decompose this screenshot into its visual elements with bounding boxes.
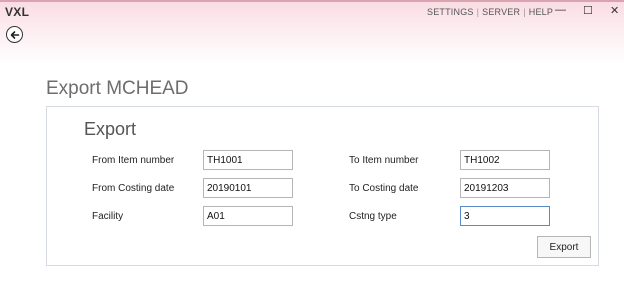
to-item-input[interactable] bbox=[460, 150, 550, 170]
page-title: Export MCHEAD bbox=[46, 78, 189, 99]
cstng-type-label: Cstng type bbox=[349, 211, 397, 222]
from-date-input[interactable] bbox=[203, 178, 293, 198]
settings-link[interactable]: SETTINGS bbox=[427, 7, 474, 17]
export-button[interactable]: Export bbox=[537, 236, 591, 258]
help-link[interactable]: HELP bbox=[529, 7, 553, 17]
back-button[interactable] bbox=[6, 26, 23, 43]
nav-separator: | bbox=[523, 7, 526, 17]
back-arrow-icon bbox=[10, 30, 19, 39]
title-bar: VXL SETTINGS | SERVER | HELP — ☐ ✕ bbox=[0, 0, 624, 64]
to-item-label: To Item number bbox=[349, 155, 419, 166]
minimize-button[interactable]: — bbox=[555, 4, 566, 16]
facility-input[interactable] bbox=[203, 206, 293, 226]
to-date-label: To Costing date bbox=[349, 183, 419, 194]
to-date-input[interactable] bbox=[460, 178, 550, 198]
from-item-label: From Item number bbox=[92, 155, 175, 166]
from-date-label: From Costing date bbox=[92, 183, 175, 194]
nav-separator: | bbox=[476, 7, 480, 17]
top-nav: SETTINGS | SERVER | HELP bbox=[427, 7, 553, 17]
maximize-button[interactable]: ☐ bbox=[583, 4, 593, 17]
app-title: VXL bbox=[5, 5, 30, 19]
from-item-input[interactable] bbox=[203, 150, 293, 170]
facility-label: Facility bbox=[92, 211, 124, 222]
close-button[interactable]: ✕ bbox=[610, 4, 619, 17]
server-link[interactable]: SERVER bbox=[482, 7, 520, 17]
cstng-type-input[interactable] bbox=[460, 206, 550, 226]
section-title: Export bbox=[84, 119, 137, 139]
